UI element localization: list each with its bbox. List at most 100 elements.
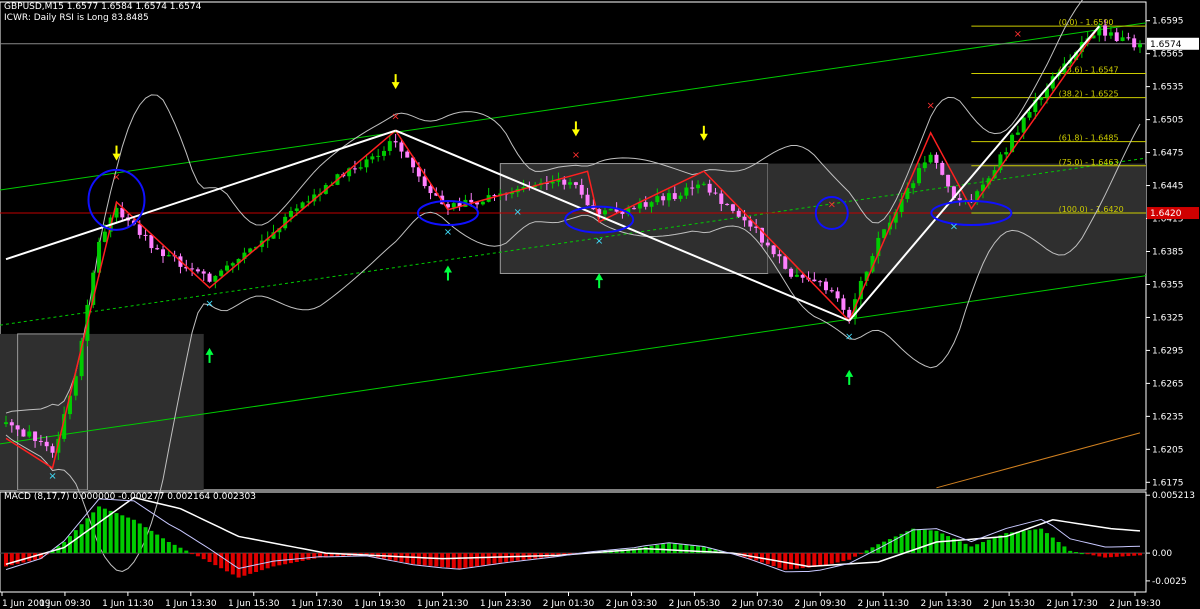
macd-bar — [946, 536, 951, 554]
macd-main-line — [5, 498, 1141, 573]
macd-bar — [882, 541, 887, 554]
candle-body — [190, 268, 195, 270]
candle-body — [27, 431, 32, 437]
macd-bar — [195, 553, 200, 557]
macd-bar — [155, 534, 160, 554]
candle-body — [579, 184, 584, 195]
candle-body — [1132, 38, 1137, 48]
candle-body — [166, 255, 171, 257]
macd-bar — [254, 553, 259, 572]
candle-body — [823, 281, 828, 291]
candle-body — [725, 203, 730, 205]
macd-bar — [818, 553, 823, 567]
macd-axis-label: 0.005213 — [1152, 491, 1195, 501]
candle-body — [922, 162, 927, 169]
macd-bar — [1074, 552, 1079, 554]
time-axis-label: 2 Jun 07:30 — [732, 599, 784, 609]
symbol-header: GBPUSD,M15 1.6577 1.6584 1.6574 1.6574 — [4, 2, 202, 12]
macd-bar — [108, 510, 113, 554]
macd-bar — [806, 553, 811, 568]
macd-bar — [1138, 553, 1142, 556]
macd-bar — [114, 513, 119, 554]
candle-body — [294, 208, 299, 211]
macd-bar — [905, 531, 910, 554]
candle-body — [195, 269, 200, 272]
price-axis-label: 1.6565 — [1152, 50, 1184, 60]
time-axis-label: 1 Jun 17:30 — [291, 599, 343, 609]
fib-level-label: (38.2) - 1.6525 — [1059, 90, 1119, 99]
candle-body — [765, 242, 770, 246]
candle-body — [678, 195, 683, 199]
candle-body — [370, 156, 375, 160]
macd-bar — [1114, 553, 1119, 557]
macd-bar — [143, 527, 148, 554]
candle-body — [161, 249, 166, 257]
candle-body — [829, 290, 834, 292]
candle-body — [393, 141, 398, 143]
macd-bar — [97, 506, 102, 554]
cyan-x-marker: × — [205, 298, 213, 309]
macd-bar — [486, 553, 491, 565]
candle-body — [783, 256, 788, 269]
candle-body — [701, 183, 706, 185]
macd-bar — [213, 553, 218, 566]
macd-bar — [428, 553, 433, 566]
macd-bar — [678, 544, 683, 554]
candle-body — [9, 422, 14, 426]
macd-bar — [643, 546, 648, 554]
macd-bar — [445, 553, 450, 568]
time-axis-label: 2 Jun 19:30 — [1109, 599, 1161, 609]
macd-bar — [812, 553, 817, 567]
price-axis-label: 1.6475 — [1152, 149, 1184, 159]
time-axis-label: 2 Jun 01:30 — [543, 599, 595, 609]
candle-body — [207, 273, 212, 282]
candle-body — [707, 183, 712, 193]
cyan-x-marker: × — [444, 227, 452, 238]
macd-bar — [789, 553, 794, 570]
macd-signal-line — [5, 496, 1141, 568]
macd-bar — [411, 553, 416, 565]
macd-bar — [469, 553, 474, 567]
macd-bar — [137, 523, 142, 554]
candle-body — [713, 192, 718, 194]
cyan-x-marker: × — [950, 222, 958, 233]
candle-body — [224, 265, 229, 271]
macd-bar — [992, 537, 997, 554]
current-price-tag: 1.6574 — [1150, 40, 1182, 50]
macd-bar — [126, 517, 131, 554]
macd-bar — [102, 508, 107, 554]
time-axis-label: 1 Jun 19:30 — [354, 599, 406, 609]
macd-bar — [690, 545, 695, 554]
macd-bar — [422, 553, 427, 566]
time-axis-label: 1 Jun 11:30 — [102, 599, 154, 609]
time-box-1 — [0, 333, 204, 490]
candle-body — [602, 210, 607, 215]
time-axis-label: 1 Jun 09:30 — [39, 599, 91, 609]
macd-bar — [166, 542, 171, 554]
time-axis-label: 1 Jun 15:30 — [228, 599, 280, 609]
macd-bar — [1015, 531, 1020, 554]
indicator-header: ICWR: Daily RSI is Long 83.8485 — [4, 13, 149, 23]
candle-body — [4, 422, 8, 425]
candle-body — [690, 187, 695, 189]
buy-arrow — [443, 265, 452, 273]
time-axis-label: 1 Jun 21:30 — [417, 599, 469, 609]
macd-bar — [1085, 553, 1090, 555]
candle-body — [719, 193, 724, 204]
macd-bar — [300, 553, 305, 561]
red-x-marker: × — [926, 101, 934, 112]
macd-bar — [666, 543, 671, 554]
candle-body — [730, 204, 735, 211]
cyan-x-marker: × — [845, 331, 853, 342]
macd-bar — [248, 553, 253, 574]
macd-bar — [283, 553, 288, 565]
fib-level-label: (23.6) - 1.6547 — [1059, 65, 1119, 74]
macd-bar — [184, 550, 189, 554]
time-axis-label: 2 Jun 03:30 — [606, 599, 658, 609]
candle-body — [789, 268, 794, 277]
candle-body — [149, 234, 154, 249]
macd-bar — [73, 530, 78, 554]
candle-body — [812, 279, 817, 282]
candle-body — [946, 174, 951, 187]
candle-body — [1114, 32, 1119, 41]
